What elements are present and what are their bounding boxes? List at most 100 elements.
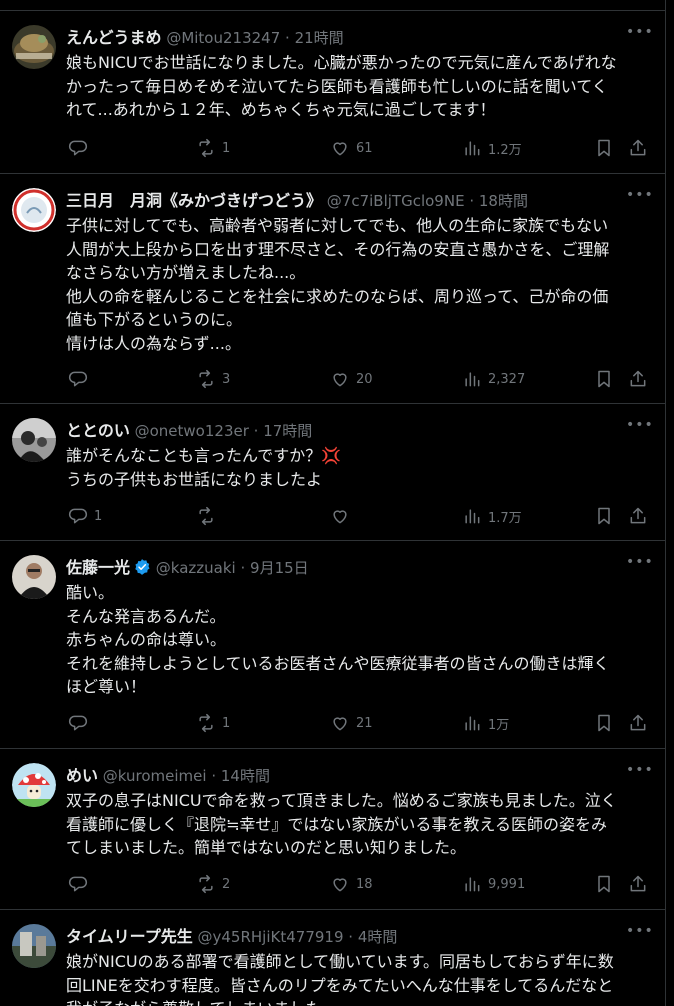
bookmark-button[interactable] (594, 712, 614, 734)
tweet-text: 子供に対してでも、高齢者や弱者に対してでも、他人の生命に家族でもない 人間が大上… (66, 216, 610, 353)
handle[interactable]: @onetwo123er · 17時間 (135, 422, 313, 440)
like-button[interactable]: 18 (330, 873, 373, 895)
action-bar: 3 20 2,327 (66, 368, 656, 390)
reply-button[interactable] (68, 712, 94, 734)
share-button[interactable] (628, 873, 648, 895)
timestamp[interactable]: 17時間 (263, 422, 312, 440)
reply-tweet[interactable]: えんどうまめ @Mitou213247 · 21時間 ••• 娘もNICUでお世… (0, 11, 666, 174)
retweet-icon (199, 506, 213, 526)
more-icon[interactable]: ••• (626, 25, 653, 45)
handle[interactable]: @kuromeimei · 14時間 (103, 767, 270, 785)
handle[interactable]: @y45RHjiKt477919 · 4時間 (198, 928, 398, 946)
avatar[interactable] (12, 188, 56, 232)
tweet-header: めい @kuromeimei · 14時間 (66, 765, 626, 787)
tweet-header: ととのい @onetwo123er · 17時間 (66, 420, 626, 442)
avatar[interactable] (12, 924, 56, 968)
more-icon[interactable]: ••• (626, 418, 653, 438)
share-button[interactable] (628, 712, 648, 734)
display-name[interactable]: タイムリープ先生 (66, 927, 193, 946)
reply-button[interactable] (68, 873, 94, 895)
reply-tweet[interactable]: ととのい @onetwo123er · 17時間 ••• 誰がそんなことも言った… (0, 404, 666, 541)
tweet-header: えんどうまめ @Mitou213247 · 21時間 (66, 27, 626, 49)
reply-icon (68, 715, 88, 731)
bookmark-icon (598, 507, 610, 525)
reply-feed: えんどうまめ @Mitou213247 · 21時間 ••• 娘もNICUでお世… (0, 0, 666, 1006)
like-icon (333, 373, 347, 387)
retweet-icon (199, 713, 213, 733)
reply-icon (68, 508, 88, 524)
reply-tweet[interactable]: めい @kuromeimei · 14時間 ••• 双子の息子はNICUで命を救… (0, 749, 666, 910)
handle[interactable]: @Mitou213247 · 21時間 (166, 29, 343, 47)
tweet-text: 娘もNICUでお世話になりました。心臓が悪かったので元気に産んであげれな かった… (66, 53, 617, 119)
timestamp[interactable]: 4時間 (358, 928, 398, 946)
reply-tweet[interactable]: 三日月 月洞《みかづきげつどう》 @7c7iBljTGclo9NE · 18時間… (0, 174, 666, 404)
handle[interactable]: @7c7iBljTGclo9NE · 18時間 (327, 192, 528, 210)
timestamp[interactable]: 14時間 (221, 767, 270, 785)
display-name[interactable]: めい (66, 766, 98, 785)
reply-button[interactable] (68, 368, 94, 390)
reply-tweet[interactable]: タイムリープ先生 @y45RHjiKt477919 · 4時間 ••• 娘がNI… (0, 910, 666, 1006)
avatar[interactable] (12, 25, 56, 69)
views-icon (465, 509, 480, 524)
retweet-icon (199, 874, 213, 894)
display-name[interactable]: 三日月 月洞《みかづきげつどう》 (66, 191, 322, 210)
reply-icon (68, 371, 88, 387)
bookmark-button[interactable] (594, 137, 614, 159)
timestamp[interactable]: 18時間 (479, 192, 528, 210)
timestamp[interactable]: 21時間 (295, 29, 344, 47)
tweet-text: 双子の息子はNICUで命を救って頂きました。悩めるご家族も見ました。泣く 看護師… (66, 791, 617, 857)
retweet-button[interactable]: 1 (196, 137, 230, 159)
avatar[interactable] (12, 418, 56, 462)
like-icon (333, 717, 347, 731)
tweet-header: 佐藤一光 @kazzuaki · 9月15日 (66, 557, 626, 579)
avatar[interactable] (12, 763, 56, 807)
retweet-button[interactable] (196, 505, 222, 527)
reply-button[interactable]: 1 (68, 505, 102, 527)
views-button[interactable]: 1万 (462, 712, 509, 734)
bookmark-icon (598, 875, 610, 893)
like-button[interactable]: 61 (330, 137, 373, 159)
reply-button[interactable] (68, 137, 94, 159)
retweet-button[interactable]: 3 (196, 368, 230, 390)
bookmark-button[interactable] (594, 505, 614, 527)
action-bar: 1 21 1万 (66, 712, 656, 734)
like-icon (333, 142, 347, 156)
timestamp[interactable]: 9月15日 (250, 559, 309, 577)
views-button[interactable]: 1.7万 (462, 505, 522, 527)
like-button[interactable] (330, 505, 356, 527)
views-button[interactable]: 9,991 (462, 873, 525, 895)
tweet-header: 三日月 月洞《みかづきげつどう》 @7c7iBljTGclo9NE · 18時間 (66, 190, 626, 212)
views-button[interactable]: 1.2万 (462, 137, 522, 159)
share-icon (630, 714, 646, 731)
share-button[interactable] (628, 137, 648, 159)
views-icon (465, 716, 480, 731)
avatar[interactable] (12, 555, 56, 599)
more-icon[interactable]: ••• (626, 188, 653, 208)
like-button[interactable]: 20 (330, 368, 373, 390)
views-button[interactable]: 2,327 (462, 368, 525, 390)
more-icon[interactable]: ••• (626, 763, 653, 783)
more-icon[interactable]: ••• (626, 924, 653, 944)
bookmark-button[interactable] (594, 368, 614, 390)
share-button[interactable] (628, 505, 648, 527)
reply-icon (68, 140, 88, 156)
bookmark-icon (598, 714, 610, 732)
tweet-header: タイムリープ先生 @y45RHjiKt477919 · 4時間 (66, 926, 626, 948)
handle[interactable]: @kazzuaki · 9月15日 (156, 559, 309, 577)
share-button[interactable] (628, 368, 648, 390)
display-name[interactable]: 佐藤一光 (66, 558, 130, 577)
retweet-button[interactable]: 1 (196, 712, 230, 734)
reply-tweet[interactable]: 佐藤一光 @kazzuaki · 9月15日 ••• 酷い。 そんな発言あるんだ… (0, 541, 666, 749)
action-bar: 2 18 9,991 (66, 873, 656, 895)
action-bar: 1 61 1.2万 (66, 137, 656, 159)
like-icon (333, 878, 347, 892)
display-name[interactable]: ととのい (66, 421, 130, 440)
more-icon[interactable]: ••• (626, 555, 653, 575)
share-icon (630, 370, 646, 387)
bookmark-icon (598, 139, 610, 157)
display-name[interactable]: えんどうまめ (66, 28, 162, 47)
bookmark-button[interactable] (594, 873, 614, 895)
like-button[interactable]: 21 (330, 712, 373, 734)
retweet-button[interactable]: 2 (196, 873, 230, 895)
action-bar: 1 1.7万 (66, 505, 656, 527)
